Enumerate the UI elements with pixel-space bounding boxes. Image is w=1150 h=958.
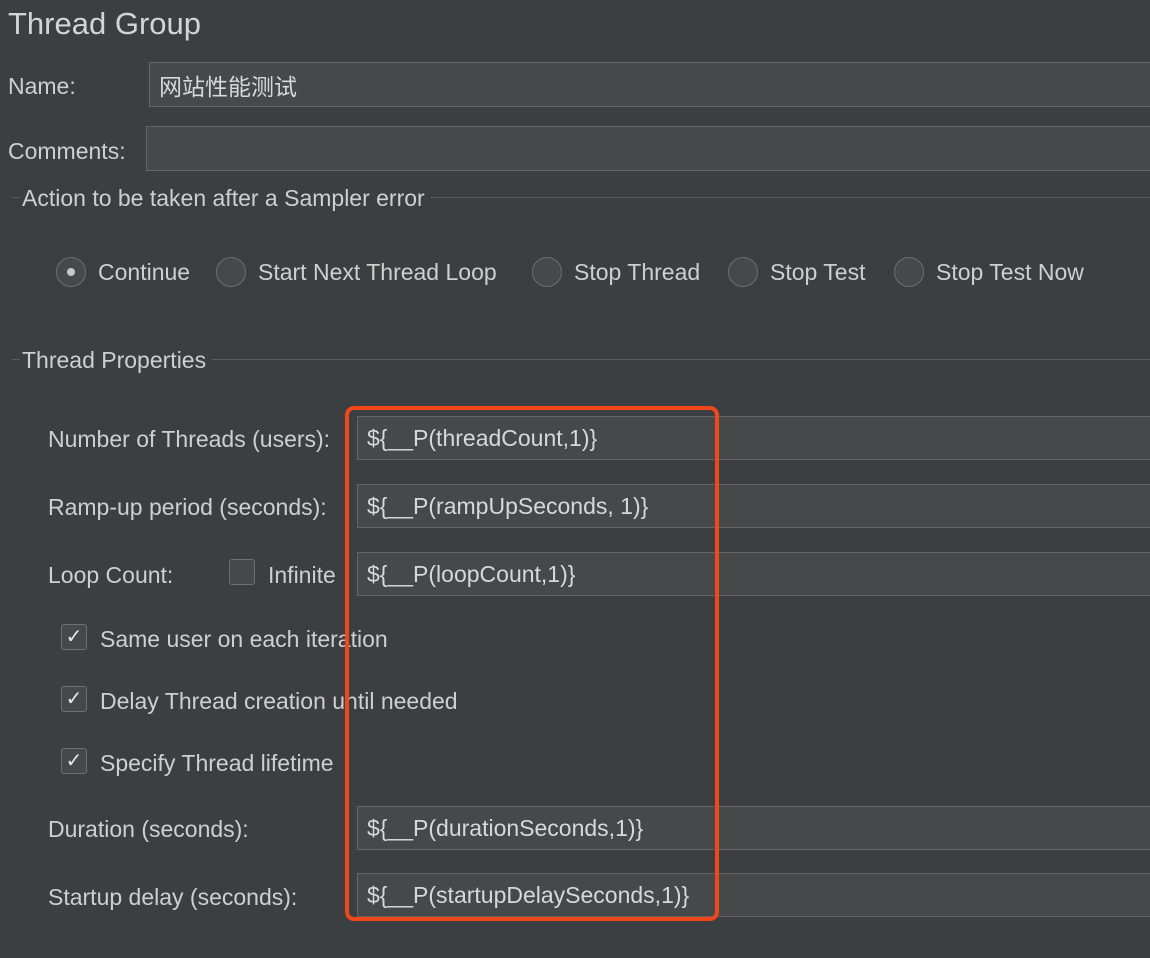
name-label: Name:: [8, 73, 76, 99]
num-threads-field[interactable]: ${__P(threadCount,1)}: [357, 416, 1150, 460]
specify-lifetime-label: Specify Thread lifetime: [100, 750, 334, 776]
continue-radio-label: Continue: [98, 259, 191, 285]
sampler-error-group-title: Action to be taken after a Sampler error: [20, 185, 431, 212]
start-next-thread-loop-radio-label: Start Next Thread Loop: [258, 259, 497, 285]
startup-delay-field[interactable]: ${__P(startupDelaySeconds,1)}: [357, 873, 1150, 917]
thread-properties-group-title: Thread Properties: [20, 347, 213, 374]
specify-lifetime-checkbox[interactable]: ✓: [61, 748, 87, 774]
name-field[interactable]: 网站性能测试: [149, 62, 1150, 107]
duration-field[interactable]: ${__P(durationSeconds,1)}: [357, 806, 1150, 850]
ramp-up-label: Ramp-up period (seconds):: [48, 494, 327, 520]
loop-count-field[interactable]: ${__P(loopCount,1)}: [357, 552, 1150, 596]
sampler-error-option-stop-test[interactable]: Stop Test: [728, 257, 878, 287]
sampler-error-option-stop-test-now[interactable]: Stop Test Now: [894, 257, 1099, 287]
continue-radio[interactable]: [56, 257, 86, 287]
stop-thread-radio[interactable]: [532, 257, 562, 287]
stop-thread-radio-label: Stop Thread: [574, 259, 701, 285]
duration-label: Duration (seconds):: [48, 816, 249, 842]
startup-delay-label: Startup delay (seconds):: [48, 884, 298, 910]
infinite-label: Infinite: [268, 562, 336, 588]
stop-test-now-radio-label: Stop Test Now: [936, 259, 1084, 285]
stop-test-now-radio[interactable]: [894, 257, 924, 287]
infinite-checkbox[interactable]: [229, 559, 255, 585]
sampler-error-option-continue[interactable]: Continue: [56, 257, 201, 287]
comments-field[interactable]: [146, 126, 1150, 171]
stop-test-radio-label: Stop Test: [770, 259, 866, 285]
stop-test-radio[interactable]: [728, 257, 758, 287]
comments-label: Comments:: [8, 138, 126, 164]
same-user-label: Same user on each iteration: [100, 626, 388, 652]
delay-creation-checkbox[interactable]: ✓: [61, 686, 87, 712]
start-next-thread-loop-radio[interactable]: [216, 257, 246, 287]
num-threads-label: Number of Threads (users):: [48, 426, 331, 452]
ramp-up-field[interactable]: ${__P(rampUpSeconds, 1)}: [357, 484, 1150, 528]
delay-creation-label: Delay Thread creation until needed: [100, 688, 458, 714]
same-user-checkbox[interactable]: ✓: [61, 624, 87, 650]
sampler-error-option-start-next-thread-loop[interactable]: Start Next Thread Loop: [216, 257, 516, 287]
loop-count-label: Loop Count:: [48, 562, 174, 588]
sampler-error-option-stop-thread[interactable]: Stop Thread: [532, 257, 712, 287]
panel-title: Thread Group: [8, 6, 201, 41]
